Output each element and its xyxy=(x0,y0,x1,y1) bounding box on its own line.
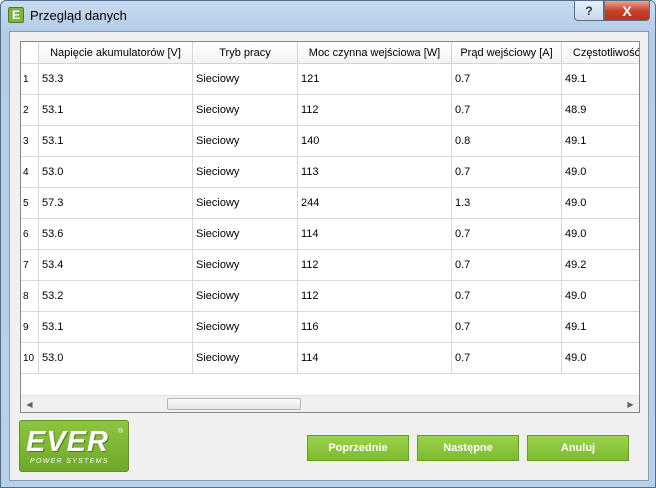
title-bar[interactable]: E Przegląd danych ? X xyxy=(1,1,655,31)
table-row[interactable]: 2 53.1 Sieciowy 112 0.7 48.9 xyxy=(21,95,639,126)
cell-current[interactable]: 1.3 xyxy=(452,188,562,219)
cell-frequency[interactable]: 48.9 xyxy=(562,95,639,126)
cell-voltage[interactable]: 53.0 xyxy=(39,157,193,188)
cell-mode[interactable]: Sieciowy xyxy=(193,126,298,157)
cell-voltage[interactable]: 53.1 xyxy=(39,126,193,157)
cell-power[interactable]: 121 xyxy=(298,64,452,95)
cell-voltage[interactable]: 53.4 xyxy=(39,250,193,281)
cell-current[interactable]: 0.8 xyxy=(452,126,562,157)
cell-current[interactable]: 0.7 xyxy=(452,157,562,188)
cell-power[interactable]: 116 xyxy=(298,312,452,343)
table-row[interactable]: 4 53.0 Sieciowy 113 0.7 49.0 xyxy=(21,157,639,188)
cell-power[interactable]: 114 xyxy=(298,343,452,374)
close-button[interactable]: X xyxy=(604,1,650,21)
cell-current[interactable]: 0.7 xyxy=(452,64,562,95)
help-button[interactable]: ? xyxy=(574,1,604,21)
cell-mode[interactable]: Sieciowy xyxy=(193,157,298,188)
row-number[interactable]: 5 xyxy=(21,188,39,219)
cell-voltage[interactable]: 53.1 xyxy=(39,95,193,126)
cell-power[interactable]: 112 xyxy=(298,95,452,126)
column-header-voltage[interactable]: Napięcie akumulatorów [V] xyxy=(39,42,193,64)
cell-voltage[interactable]: 53.2 xyxy=(39,281,193,312)
cell-power[interactable]: 112 xyxy=(298,250,452,281)
cell-voltage[interactable]: 57.3 xyxy=(39,188,193,219)
cell-frequency[interactable]: 49.0 xyxy=(562,188,639,219)
horizontal-scrollbar[interactable]: ◀ ▶ xyxy=(21,395,639,412)
next-button[interactable]: Następne xyxy=(417,435,519,461)
table-row[interactable]: 8 53.2 Sieciowy 112 0.7 49.0 xyxy=(21,281,639,312)
cell-frequency[interactable]: 49.0 xyxy=(562,343,639,374)
cell-frequency[interactable]: 49.0 xyxy=(562,219,639,250)
cell-current[interactable]: 0.7 xyxy=(452,312,562,343)
app-icon: E xyxy=(8,7,24,23)
logo-wordmark: EVER xyxy=(26,426,109,458)
row-number[interactable]: 2 xyxy=(21,95,39,126)
cell-current[interactable]: 0.7 xyxy=(452,281,562,312)
cell-frequency[interactable]: 49.1 xyxy=(562,312,639,343)
cell-mode[interactable]: Sieciowy xyxy=(193,281,298,312)
column-header-frequency[interactable]: Częstotliwość xyxy=(562,42,639,64)
corner-header-cell[interactable] xyxy=(21,42,39,64)
table-header-row: Napięcie akumulatorów [V] Tryb pracy Moc… xyxy=(21,42,639,64)
cell-mode[interactable]: Sieciowy xyxy=(193,312,298,343)
cell-mode[interactable]: Sieciowy xyxy=(193,188,298,219)
cell-voltage[interactable]: 53.1 xyxy=(39,312,193,343)
cell-power[interactable]: 244 xyxy=(298,188,452,219)
cell-power[interactable]: 112 xyxy=(298,281,452,312)
table-row[interactable]: 10 53.0 Sieciowy 114 0.7 49.0 xyxy=(21,343,639,374)
table-row[interactable]: 9 53.1 Sieciowy 116 0.7 49.1 xyxy=(21,312,639,343)
cell-current[interactable]: 0.7 xyxy=(452,250,562,281)
row-number[interactable]: 9 xyxy=(21,312,39,343)
column-header-power[interactable]: Moc czynna wejściowa [W] xyxy=(298,42,452,64)
table-row[interactable]: 5 57.3 Sieciowy 244 1.3 49.0 xyxy=(21,188,639,219)
row-number[interactable]: 6 xyxy=(21,219,39,250)
cell-power[interactable]: 140 xyxy=(298,126,452,157)
cell-power[interactable]: 113 xyxy=(298,157,452,188)
window-title: Przegląd danych xyxy=(30,8,127,23)
previous-button[interactable]: Poprzednie xyxy=(307,435,409,461)
cell-frequency[interactable]: 49.0 xyxy=(562,157,639,188)
cell-power[interactable]: 114 xyxy=(298,219,452,250)
ever-logo: EVER ® POWER SYSTEMS xyxy=(19,420,129,472)
cell-current[interactable]: 0.7 xyxy=(452,219,562,250)
cell-mode[interactable]: Sieciowy xyxy=(193,250,298,281)
column-header-mode[interactable]: Tryb pracy xyxy=(193,42,298,64)
table-row[interactable]: 7 53.4 Sieciowy 112 0.7 49.2 xyxy=(21,250,639,281)
cell-current[interactable]: 0.7 xyxy=(452,95,562,126)
logo-registered-mark: ® xyxy=(118,428,124,435)
table-row[interactable]: 6 53.6 Sieciowy 114 0.7 49.0 xyxy=(21,219,639,250)
cell-voltage[interactable]: 53.3 xyxy=(39,64,193,95)
table-row[interactable]: 3 53.1 Sieciowy 140 0.8 49.1 xyxy=(21,126,639,157)
row-number[interactable]: 8 xyxy=(21,281,39,312)
cell-mode[interactable]: Sieciowy xyxy=(193,64,298,95)
row-number[interactable]: 1 xyxy=(21,64,39,95)
row-number[interactable]: 4 xyxy=(21,157,39,188)
cell-current[interactable]: 0.7 xyxy=(452,343,562,374)
cell-mode[interactable]: Sieciowy xyxy=(193,219,298,250)
cancel-button[interactable]: Anuluj xyxy=(527,435,629,461)
cell-voltage[interactable]: 53.6 xyxy=(39,219,193,250)
dialog-client-area: Napięcie akumulatorów [V] Tryb pracy Moc… xyxy=(9,31,649,481)
logo-tagline: POWER SYSTEMS xyxy=(30,458,109,465)
data-table: Napięcie akumulatorów [V] Tryb pracy Moc… xyxy=(20,41,640,413)
row-number[interactable]: 10 xyxy=(21,343,39,374)
cell-voltage[interactable]: 53.0 xyxy=(39,343,193,374)
triangle-left-icon[interactable]: ◀ xyxy=(21,396,38,412)
table-row[interactable]: 1 53.3 Sieciowy 121 0.7 49.1 xyxy=(21,64,639,95)
triangle-right-icon[interactable]: ▶ xyxy=(622,396,639,412)
scrollbar-thumb[interactable] xyxy=(167,398,301,410)
cell-frequency[interactable]: 49.1 xyxy=(562,126,639,157)
cell-frequency[interactable]: 49.0 xyxy=(562,281,639,312)
cell-frequency[interactable]: 49.2 xyxy=(562,250,639,281)
row-number[interactable]: 3 xyxy=(21,126,39,157)
row-number[interactable]: 7 xyxy=(21,250,39,281)
dialog-window: E Przegląd danych ? X Napięcie akumulato… xyxy=(0,0,656,488)
cell-mode[interactable]: Sieciowy xyxy=(193,343,298,374)
cell-mode[interactable]: Sieciowy xyxy=(193,95,298,126)
cell-frequency[interactable]: 49.1 xyxy=(562,64,639,95)
column-header-current[interactable]: Prąd wejściowy [A] xyxy=(452,42,562,64)
